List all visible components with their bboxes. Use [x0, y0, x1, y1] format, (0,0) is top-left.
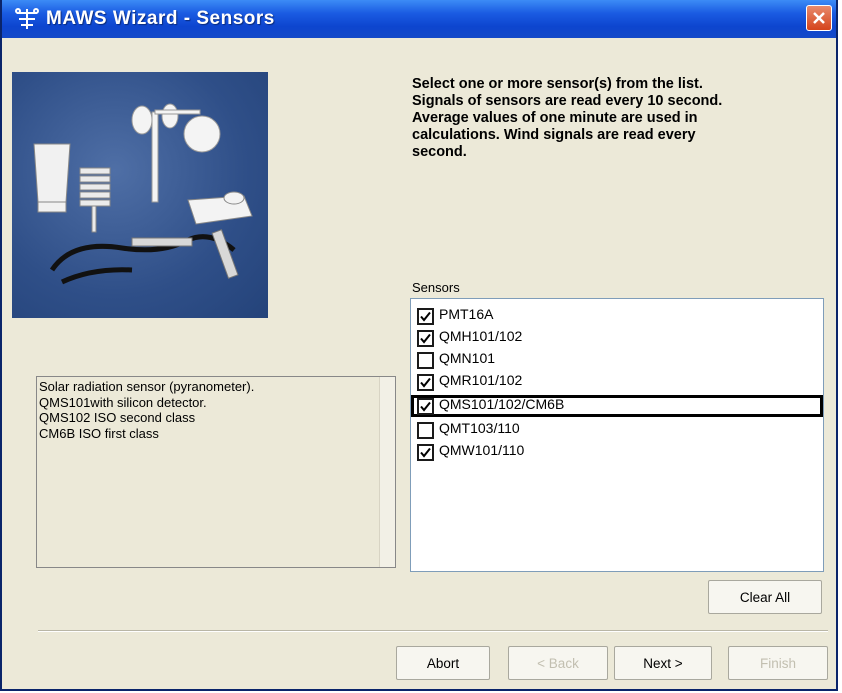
sensor-checkbox[interactable] — [417, 444, 434, 461]
instructions-text: Select one or more sensor(s) from the li… — [412, 76, 812, 161]
checkmark-icon — [420, 377, 431, 388]
sensors-label: Sensors — [412, 280, 460, 295]
sensor-checkbox[interactable] — [417, 330, 434, 347]
instruction-line: Average values of one minute are used in — [412, 110, 698, 126]
sensor-item-qmw101-110[interactable]: QMW101/110 — [411, 441, 823, 463]
window-title: MAWS Wizard - Sensors — [46, 8, 275, 29]
instruction-line: Signals of sensors are read every 10 sec… — [412, 93, 723, 109]
sensor-item-label: QMW101/110 — [439, 442, 525, 458]
sensor-item-label: QMS101/102/CM6B — [439, 396, 565, 412]
wizard-window: MAWS Wizard - Sensors Select one or more… — [0, 0, 838, 691]
next-button[interactable]: Next > — [614, 646, 712, 680]
checkmark-icon — [420, 311, 431, 322]
description-scrollbar[interactable] — [379, 377, 395, 567]
clear-all-button[interactable]: Clear All — [708, 580, 822, 614]
sensor-description-text: Solar radiation sensor (pyranometer). QM… — [39, 379, 255, 441]
sensor-item-label: PMT16A — [439, 306, 494, 322]
sensor-checkbox[interactable] — [417, 422, 434, 439]
sensor-checkbox[interactable] — [417, 374, 434, 391]
checkmark-icon — [420, 401, 431, 412]
checkmark-icon — [420, 333, 431, 344]
sensor-checkbox[interactable] — [417, 308, 434, 325]
abort-button[interactable]: Abort — [396, 646, 490, 680]
footer-divider — [38, 630, 828, 632]
back-button[interactable]: < Back — [508, 646, 608, 680]
close-button[interactable] — [806, 5, 832, 31]
sensor-item-label: QMH101/102 — [439, 328, 523, 344]
sensor-checkbox[interactable] — [417, 398, 434, 415]
sensor-app-icon — [14, 7, 40, 31]
sensor-item-qmn101[interactable]: QMN101 — [411, 349, 823, 371]
finish-button[interactable]: Finish — [728, 646, 828, 680]
sensor-illustration — [12, 72, 268, 318]
instruction-line: second. — [412, 144, 467, 160]
sensor-item-qmh101-102[interactable]: QMH101/102 — [411, 327, 823, 349]
sensor-checkbox[interactable] — [417, 352, 434, 369]
checkmark-icon — [420, 447, 431, 458]
instruction-line: Select one or more sensor(s) from the li… — [412, 76, 703, 92]
instruction-line: calculations. Wind signals are read ever… — [412, 127, 696, 143]
sensors-listbox[interactable]: PMT16A QMH101/102 QMN101 QMR101/102 QMS1… — [410, 298, 824, 572]
sensor-item-label: QMN101 — [439, 350, 496, 366]
sensor-item-label: QMT103/110 — [439, 420, 520, 436]
title-bar[interactable]: MAWS Wizard - Sensors — [2, 0, 836, 38]
sensor-item-qms101-102-cm6b[interactable]: QMS101/102/CM6B — [411, 395, 823, 417]
sensor-item-qmt103-110[interactable]: QMT103/110 — [411, 419, 823, 441]
sensor-item-qmr101-102[interactable]: QMR101/102 — [411, 371, 823, 393]
sensor-item-label: QMR101/102 — [439, 372, 523, 388]
sensor-item-pmt16a[interactable]: PMT16A — [411, 305, 823, 327]
sensor-description-box[interactable]: Solar radiation sensor (pyranometer). QM… — [36, 376, 396, 568]
